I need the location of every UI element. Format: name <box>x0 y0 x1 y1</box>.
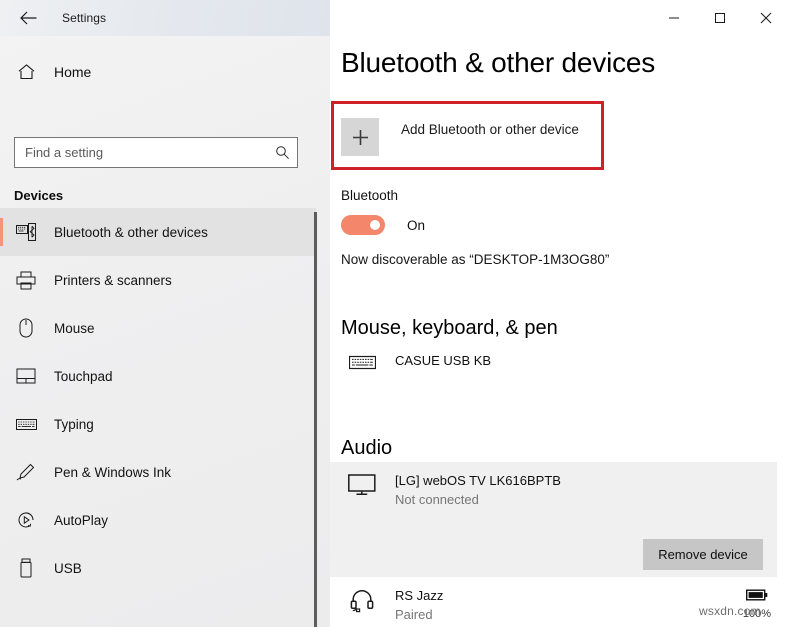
watermark: wsxdn.com <box>699 604 761 618</box>
maximize-button[interactable] <box>697 0 743 36</box>
add-bluetooth-device-button[interactable]: Add Bluetooth or other device <box>341 112 591 162</box>
home-label: Home <box>54 64 91 80</box>
mouse-icon <box>4 318 48 338</box>
title-bar: Settings <box>0 0 789 36</box>
sidebar-item-autoplay[interactable]: AutoPlay <box>0 496 316 544</box>
device-row-casue-usb-kb[interactable]: CASUE USB KB <box>341 352 491 371</box>
sidebar-item-typing[interactable]: Typing <box>0 400 316 448</box>
group-heading-audio: Audio <box>341 437 392 460</box>
battery-full-icon <box>746 588 768 605</box>
headset-icon <box>341 587 383 613</box>
page-title: Bluetooth & other devices <box>341 47 655 79</box>
window-controls <box>651 0 789 36</box>
device-text: CASUE USB KB <box>395 352 491 370</box>
sidebar-nav: Bluetooth & other devices Printers & sca… <box>0 208 316 592</box>
printer-icon <box>4 271 48 290</box>
sidebar-item-label: Printers & scanners <box>54 273 172 288</box>
device-text: RS Jazz Paired <box>395 587 443 624</box>
sidebar: Home Devices <box>0 36 330 627</box>
add-bluetooth-device-label: Add Bluetooth or other device <box>401 122 579 137</box>
app-title: Settings <box>62 0 106 36</box>
search-input[interactable] <box>15 138 267 167</box>
sidebar-scrollbar[interactable] <box>314 212 317 627</box>
sidebar-item-mouse[interactable]: Mouse <box>0 304 316 352</box>
bluetooth-toggle-state: On <box>407 218 425 233</box>
device-text: [LG] webOS TV LK616BPTB Not connected <box>395 472 561 509</box>
search-box[interactable] <box>14 137 298 168</box>
sidebar-item-label: Bluetooth & other devices <box>54 225 208 240</box>
device-status: Not connected <box>395 490 561 509</box>
device-name: RS Jazz <box>395 587 443 605</box>
device-status: Paired <box>395 605 443 624</box>
bluetooth-toggle[interactable] <box>341 215 385 235</box>
sidebar-item-label: AutoPlay <box>54 513 108 528</box>
device-name: [LG] webOS TV LK616BPTB <box>395 472 561 490</box>
home-icon <box>4 63 48 81</box>
settings-window: Settings Home <box>0 0 789 627</box>
sidebar-item-touchpad[interactable]: Touchpad <box>0 352 316 400</box>
sidebar-item-bluetooth-other-devices[interactable]: Bluetooth & other devices <box>0 208 316 256</box>
discoverable-text: Now discoverable as “DESKTOP-1M3OG80” <box>341 252 609 267</box>
device-name: CASUE USB KB <box>395 353 491 368</box>
bluetooth-toggle-row[interactable]: On <box>341 215 425 235</box>
usb-icon <box>4 558 48 578</box>
main-content: Bluetooth & other devices Add Bluetooth … <box>330 36 789 627</box>
back-arrow-icon[interactable] <box>6 0 50 36</box>
sidebar-item-printers-scanners[interactable]: Printers & scanners <box>0 256 316 304</box>
search-icon[interactable] <box>267 145 297 160</box>
sidebar-section-label: Devices <box>14 188 63 203</box>
sidebar-item-label: Typing <box>54 417 94 432</box>
keyboard-icon <box>341 352 383 371</box>
bluetooth-label: Bluetooth <box>341 188 398 203</box>
touchpad-icon <box>4 368 48 384</box>
minimize-button[interactable] <box>651 0 697 36</box>
bluetooth-devices-icon <box>4 223 48 241</box>
sidebar-item-label: USB <box>54 561 82 576</box>
tv-icon <box>341 472 383 496</box>
sidebar-item-home[interactable]: Home <box>0 56 316 88</box>
group-heading-mouse-keyboard-pen: Mouse, keyboard, & pen <box>341 317 558 340</box>
sidebar-item-label: Pen & Windows Ink <box>54 465 171 480</box>
close-button[interactable] <box>743 0 789 36</box>
sidebar-item-label: Mouse <box>54 321 95 336</box>
keyboard-icon <box>4 418 48 431</box>
device-row-lg-webos-tv[interactable]: [LG] webOS TV LK616BPTB Not connected <box>341 472 561 509</box>
sidebar-item-pen-windows-ink[interactable]: Pen & Windows Ink <box>0 448 316 496</box>
sidebar-item-usb[interactable]: USB <box>0 544 316 592</box>
pen-icon <box>4 462 48 482</box>
sidebar-item-label: Touchpad <box>54 369 113 384</box>
remove-device-button[interactable]: Remove device <box>643 539 763 570</box>
device-row-rs-jazz[interactable]: RS Jazz Paired <box>341 587 443 624</box>
plus-icon <box>341 118 379 156</box>
autoplay-icon <box>4 510 48 530</box>
toggle-knob <box>370 220 380 230</box>
